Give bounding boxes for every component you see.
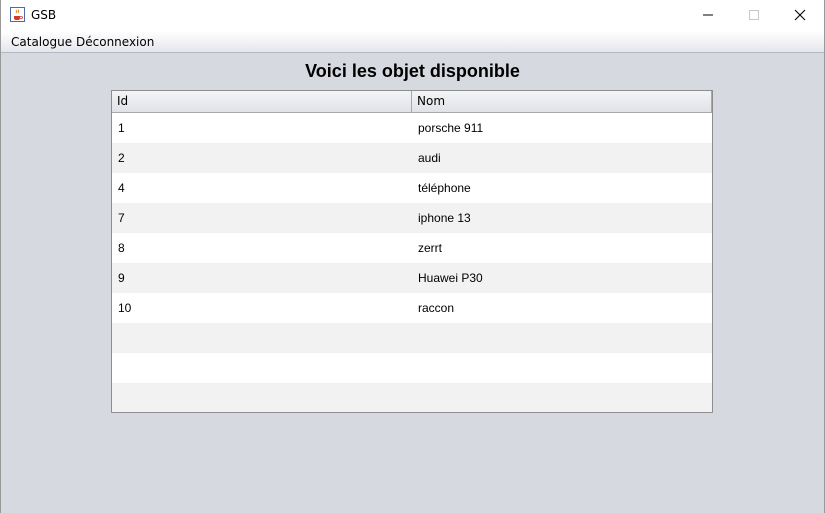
table-row[interactable]: 2 audi	[112, 143, 712, 173]
table-row[interactable]: 7 iphone 13	[112, 203, 712, 233]
table-row[interactable]: 8 zerrt	[112, 233, 712, 263]
content-panel: Voici les objet disponible Id Nom 1 pors…	[1, 53, 824, 513]
minimize-icon	[703, 14, 713, 16]
objects-table[interactable]: Id Nom 1 porsche 911 2 audi 4 téléphone …	[111, 90, 713, 413]
maximize-icon	[749, 10, 759, 20]
menu-catalogue[interactable]: Catalogue	[11, 35, 72, 49]
cell-id	[112, 353, 418, 383]
table-header: Id Nom	[112, 91, 712, 113]
cell-nom	[412, 323, 712, 353]
cell-nom: Huawei P30	[418, 271, 483, 285]
app-window: GSB Catalogue Déconnexion Voici les obje…	[0, 0, 825, 513]
table-body: 1 porsche 911 2 audi 4 téléphone 7 iphon…	[112, 113, 712, 412]
cell-nom: iphone 13	[418, 211, 471, 225]
cell-id: 10	[118, 301, 132, 315]
cell-nom	[412, 383, 712, 412]
table-row[interactable]: 1 porsche 911	[112, 113, 712, 143]
window-title: GSB	[31, 8, 57, 22]
java-cup-icon	[10, 7, 25, 22]
title-bar[interactable]: GSB	[1, 0, 824, 30]
cell-nom: porsche 911	[418, 121, 484, 135]
table-row[interactable]: 9 Huawei P30	[112, 263, 712, 293]
close-icon	[794, 9, 806, 21]
table-row[interactable]: 4 téléphone	[112, 173, 712, 203]
cell-nom: zerrt	[418, 241, 442, 255]
cell-id: 8	[118, 241, 125, 255]
table-row-empty[interactable]	[112, 353, 712, 383]
cell-id: 9	[118, 271, 125, 285]
table-row-empty[interactable]	[112, 383, 712, 412]
cell-id: 4	[118, 181, 125, 195]
cell-id: 2	[118, 151, 125, 165]
column-header-id[interactable]: Id	[112, 91, 412, 112]
minimize-button[interactable]	[685, 0, 731, 30]
cell-nom: audi	[418, 151, 441, 165]
cell-id	[112, 383, 418, 412]
cell-id	[112, 323, 418, 353]
menu-deconnexion[interactable]: Déconnexion	[76, 35, 154, 49]
menu-bar: Catalogue Déconnexion	[1, 31, 824, 53]
cell-nom: téléphone	[418, 181, 471, 195]
maximize-button[interactable]	[731, 0, 777, 30]
cell-nom	[412, 353, 712, 383]
column-header-nom[interactable]: Nom	[412, 91, 712, 112]
cell-id: 1	[118, 121, 125, 135]
close-button[interactable]	[777, 0, 823, 30]
page-title: Voici les objet disponible	[305, 61, 520, 81]
table-row-empty[interactable]	[112, 323, 712, 353]
cell-id: 7	[118, 211, 125, 225]
cell-nom: raccon	[418, 301, 455, 315]
table-row[interactable]: 10 raccon	[112, 293, 712, 323]
